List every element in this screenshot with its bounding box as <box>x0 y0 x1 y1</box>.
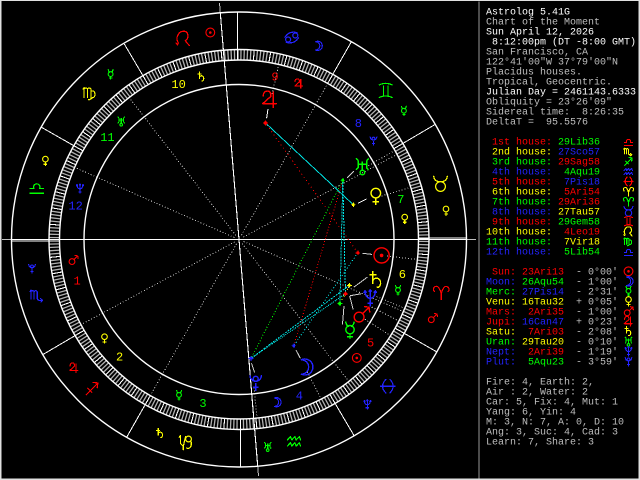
svg-text:11: 11 <box>100 131 114 145</box>
svg-text:4: 4 <box>296 390 303 404</box>
svg-text:8: 8 <box>355 117 362 131</box>
svg-text:12th house:: 12th house: <box>486 247 552 259</box>
svg-text:Plut:: Plut: <box>486 357 516 369</box>
svg-text:3: 3 <box>199 397 206 411</box>
svg-text:5Aqu23: 5Aqu23 <box>522 358 564 369</box>
svg-text:12: 12 <box>68 200 82 214</box>
svg-text:Learn: 7, Share: 3: Learn: 7, Share: 3 <box>486 437 594 449</box>
svg-text:5Lib54: 5Lib54 <box>558 247 600 259</box>
svg-text:DeltaT = 95.5576: DeltaT = 95.5576 <box>486 117 588 129</box>
svg-text:10: 10 <box>171 78 185 92</box>
svg-text:1: 1 <box>73 275 80 289</box>
svg-text:9: 9 <box>271 71 278 85</box>
svg-text:2: 2 <box>116 351 123 365</box>
svg-text:6: 6 <box>399 268 406 282</box>
svg-text:7: 7 <box>397 193 404 207</box>
svg-text:- 3°59': - 3°59' <box>576 357 618 369</box>
svg-text:5: 5 <box>367 337 374 351</box>
